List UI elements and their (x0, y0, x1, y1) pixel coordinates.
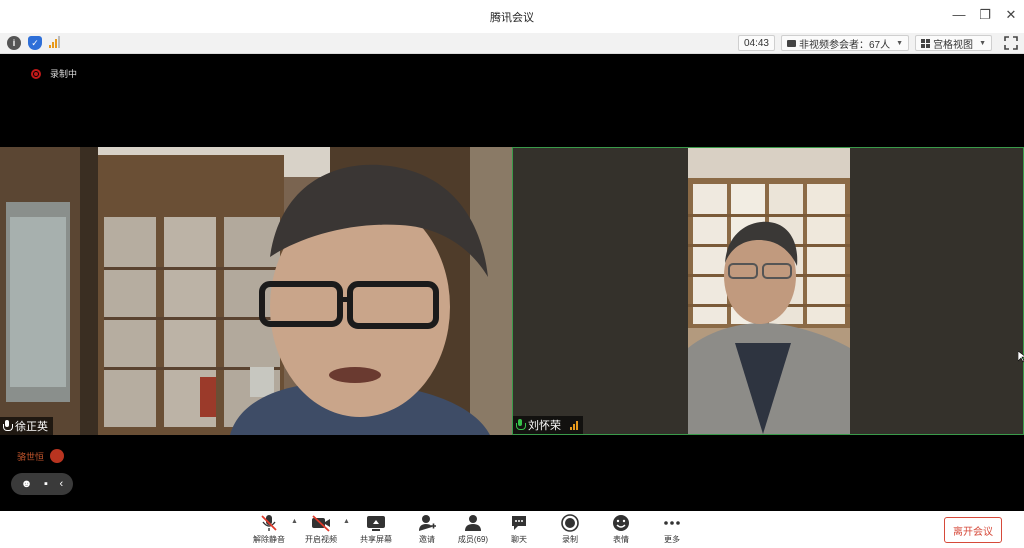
more-label: 更多 (664, 535, 680, 544)
grid-view-icon (921, 38, 931, 48)
meeting-toolbar: 解除静音 ▲ 开启视频 ▲ 共享屏幕 邀请 成员(69) 聊天 录制 表情 更多… (0, 511, 1024, 548)
mic-muted-icon (260, 514, 278, 532)
timer-text: 04:43 (743, 37, 769, 49)
chevron-down-icon: ▼ (896, 39, 904, 47)
start-video-button[interactable]: 开启视频 (304, 514, 338, 545)
collapse-icon[interactable]: ‹ (60, 478, 64, 490)
recording-label: 录制中 (50, 69, 78, 79)
presenter-badge-icon (50, 449, 65, 463)
video-stage: 录制中 徐正英 刘怀荣 骆世恒 ☻ ▪ ‹ (0, 54, 1024, 511)
chat-label: 聊天 (511, 535, 527, 544)
participant-video-frame (0, 147, 512, 435)
record-label: 录制 (562, 535, 578, 544)
emoji-icon (612, 514, 630, 532)
leave-meeting-label: 离开会议 (953, 526, 993, 538)
emoji-icon[interactable]: ☻ (21, 478, 33, 490)
members-icon (464, 514, 482, 532)
participant-video-frame (513, 148, 1023, 434)
share-screen-label: 共享屏幕 (360, 535, 392, 544)
non-video-attendees-button[interactable]: 非视频参会者：67人 ▼ (781, 35, 910, 51)
close-icon[interactable]: ✕ (1004, 7, 1018, 23)
participant-name-tag: 刘怀荣 (513, 416, 583, 434)
microphone-icon (3, 420, 13, 432)
video-options-icon[interactable]: ▲ (343, 518, 350, 525)
view-mode-label: 宫格视图 (933, 39, 974, 51)
unmute-button[interactable]: 解除静音 (252, 514, 286, 545)
more-button[interactable]: 更多 (662, 514, 682, 545)
share-screen-button[interactable]: 共享屏幕 (359, 514, 393, 545)
members-label: 成员(69) (457, 535, 489, 544)
screen-share-icon (366, 514, 386, 532)
view-mode-button[interactable]: 宫格视图 ▼ (915, 35, 992, 51)
record-icon (561, 514, 579, 532)
mouse-cursor-icon (1017, 350, 1024, 368)
recording-dot-icon (31, 68, 41, 79)
audio-level-icon (570, 420, 578, 430)
participant-video-tile[interactable]: 徐正英 (0, 147, 512, 435)
non-video-attendees-label: 非视频参会者：67人 (799, 39, 891, 51)
restore-icon[interactable]: ❐ (978, 7, 992, 23)
participant-name: 徐正英 (15, 421, 48, 433)
recording-indicator: 录制中 (31, 67, 77, 80)
more-icon (663, 514, 681, 532)
microphone-icon (516, 419, 526, 431)
invite-icon (418, 514, 436, 532)
start-video-label: 开启视频 (305, 535, 337, 544)
presenter-indicator: 骆世恒 (17, 449, 65, 463)
minimize-icon[interactable]: — (952, 7, 966, 23)
title-bar: 腾讯会议 — ❐ ✕ (0, 0, 1024, 33)
record-button[interactable]: 录制 (560, 514, 580, 545)
participant-name-tag: 徐正英 (0, 417, 53, 435)
audio-options-icon[interactable]: ▲ (291, 518, 298, 525)
unmute-label: 解除静音 (253, 535, 285, 544)
fullscreen-icon[interactable] (1004, 36, 1018, 50)
chat-icon (510, 514, 528, 532)
info-icon[interactable]: i (7, 36, 21, 50)
participant-name: 刘怀荣 (528, 420, 561, 432)
invite-button[interactable]: 邀请 (417, 514, 437, 545)
chat-button[interactable]: 聊天 (509, 514, 529, 545)
shield-icon[interactable]: ✓ (28, 36, 42, 50)
meeting-timer: 04:43 (737, 35, 775, 51)
network-signal-icon[interactable] (49, 36, 63, 48)
meeting-info-bar: i ✓ 04:43 非视频参会者：67人 ▼ 宫格视图 ▼ (0, 33, 1024, 54)
reactions-label: 表情 (613, 535, 629, 544)
chevron-down-icon: ▼ (979, 39, 986, 47)
chat-bubble-icon[interactable]: ▪ (44, 478, 48, 490)
active-speaker-video-tile[interactable]: 刘怀荣 (512, 147, 1024, 435)
presenter-name: 骆世恒 (17, 451, 45, 462)
reactions-button[interactable]: 表情 (611, 514, 631, 545)
window-controls: — ❐ ✕ (952, 7, 1018, 23)
camera-icon (787, 39, 796, 47)
invite-label: 邀请 (419, 535, 435, 544)
members-button[interactable]: 成员(69) (456, 514, 490, 545)
video-off-icon (311, 514, 331, 532)
floating-reaction-bar: ☻ ▪ ‹ (11, 473, 73, 495)
leave-meeting-button[interactable]: 离开会议 (944, 517, 1002, 543)
window-title: 腾讯会议 (490, 11, 534, 24)
